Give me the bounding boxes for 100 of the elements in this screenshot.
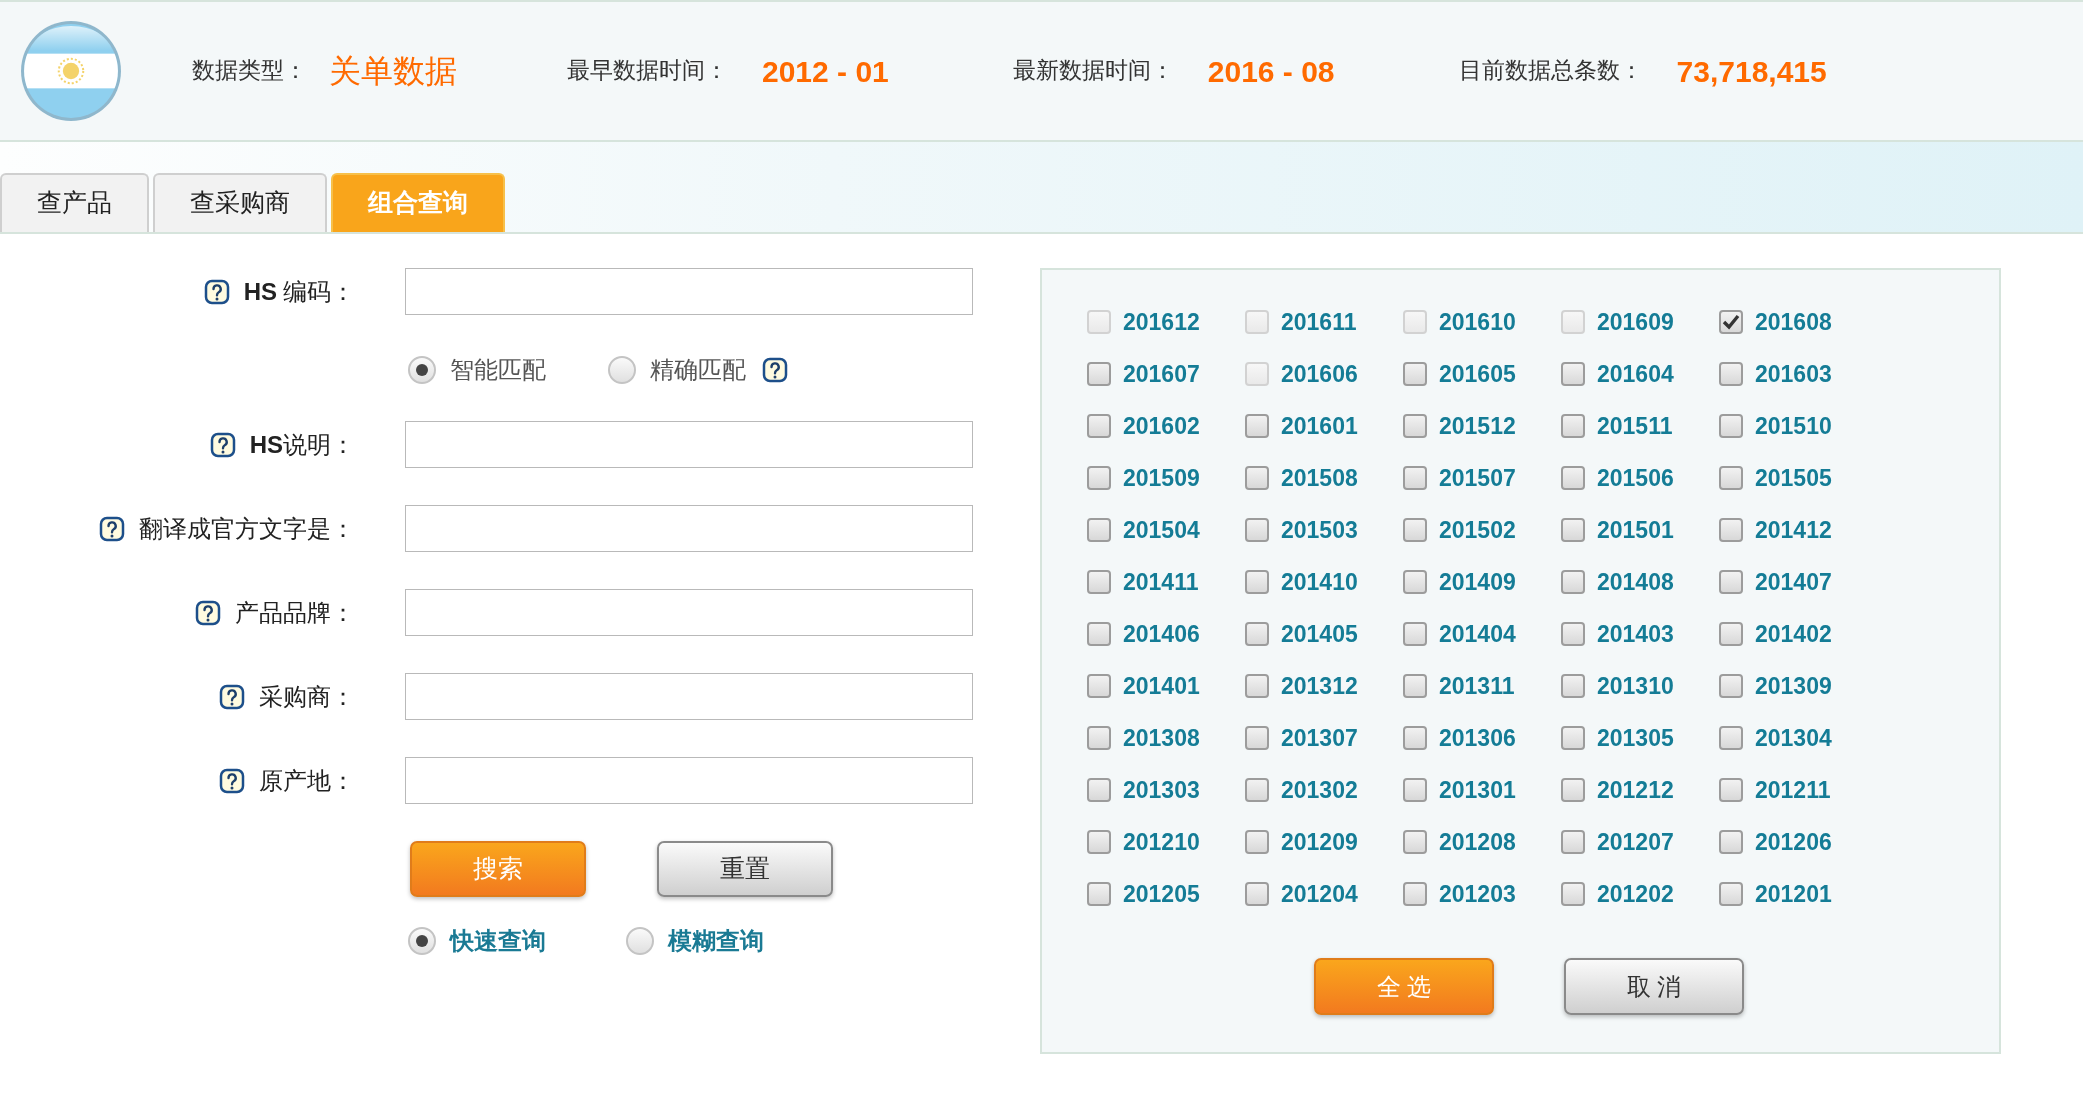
checkbox[interactable] <box>1719 362 1743 386</box>
checkbox[interactable] <box>1719 414 1743 438</box>
month-label[interactable]: 201510 <box>1755 412 1832 440</box>
reset-button[interactable]: 重置 <box>657 841 833 897</box>
input-field[interactable] <box>405 589 973 636</box>
checkbox[interactable] <box>1403 362 1427 386</box>
search-button[interactable]: 搜索 <box>410 841 586 897</box>
month-label[interactable]: 201309 <box>1755 672 1832 700</box>
month-label[interactable]: 201607 <box>1123 360 1200 388</box>
checkbox[interactable] <box>1719 622 1743 646</box>
month-label[interactable]: 201401 <box>1123 672 1200 700</box>
help-icon[interactable] <box>203 278 230 305</box>
help-icon[interactable] <box>219 683 245 710</box>
month-label[interactable]: 201302 <box>1281 776 1358 804</box>
checkbox[interactable] <box>1719 830 1743 854</box>
month-label[interactable]: 201407 <box>1755 568 1832 596</box>
help-icon[interactable] <box>762 356 788 383</box>
month-label[interactable]: 201507 <box>1439 464 1516 492</box>
checkbox[interactable] <box>1719 310 1743 334</box>
radio-button[interactable] <box>408 927 436 955</box>
month-label[interactable]: 201509 <box>1123 464 1200 492</box>
checkbox[interactable] <box>1719 882 1743 906</box>
input-field[interactable] <box>405 268 973 315</box>
checkbox[interactable] <box>1561 830 1585 854</box>
checkbox[interactable] <box>1245 466 1269 490</box>
checkbox[interactable] <box>1403 466 1427 490</box>
month-label[interactable]: 201201 <box>1755 880 1832 908</box>
checkbox[interactable] <box>1403 726 1427 750</box>
month-label[interactable]: 201206 <box>1755 828 1832 856</box>
radio-label[interactable]: 快速查询 <box>450 923 546 959</box>
radio-button[interactable] <box>608 355 636 384</box>
checkbox[interactable] <box>1245 726 1269 750</box>
checkbox[interactable] <box>1245 674 1269 698</box>
month-label[interactable]: 201202 <box>1597 880 1674 908</box>
month-label[interactable]: 201508 <box>1281 464 1358 492</box>
checkbox[interactable] <box>1719 466 1743 490</box>
checkbox[interactable] <box>1561 882 1585 906</box>
month-label[interactable]: 201501 <box>1597 516 1674 544</box>
checkbox[interactable] <box>1245 830 1269 854</box>
month-label[interactable]: 201603 <box>1755 360 1832 388</box>
month-label[interactable]: 201211 <box>1755 776 1831 804</box>
checkbox[interactable] <box>1087 466 1111 490</box>
checkbox[interactable] <box>1561 674 1585 698</box>
month-label[interactable]: 201404 <box>1439 620 1516 648</box>
checkbox[interactable] <box>1719 778 1743 802</box>
input-field[interactable] <box>405 505 973 552</box>
select-all-button[interactable]: 全 选 <box>1314 958 1494 1015</box>
radio-label[interactable]: 精确匹配 <box>650 351 746 388</box>
input-field[interactable] <box>405 421 973 468</box>
month-label[interactable]: 201405 <box>1281 620 1358 648</box>
month-label[interactable]: 201406 <box>1123 620 1200 648</box>
radio-button[interactable] <box>408 355 436 384</box>
input-field[interactable] <box>405 757 973 804</box>
month-label[interactable]: 201301 <box>1439 776 1516 804</box>
month-label[interactable]: 201604 <box>1597 360 1674 388</box>
month-label[interactable]: 201308 <box>1123 724 1200 752</box>
month-label[interactable]: 201504 <box>1123 516 1200 544</box>
checkbox[interactable] <box>1087 518 1111 542</box>
help-icon[interactable] <box>99 515 125 542</box>
checkbox[interactable] <box>1245 622 1269 646</box>
checkbox[interactable] <box>1245 414 1269 438</box>
checkbox[interactable] <box>1403 622 1427 646</box>
checkbox[interactable] <box>1719 674 1743 698</box>
month-label[interactable]: 201205 <box>1123 880 1200 908</box>
checkbox[interactable] <box>1561 726 1585 750</box>
month-label[interactable]: 201503 <box>1281 516 1358 544</box>
checkbox[interactable] <box>1719 518 1743 542</box>
month-label[interactable]: 201312 <box>1281 672 1358 700</box>
month-label[interactable]: 201207 <box>1597 828 1674 856</box>
checkbox[interactable] <box>1087 726 1111 750</box>
month-label[interactable]: 201402 <box>1755 620 1832 648</box>
month-label[interactable]: 201310 <box>1597 672 1674 700</box>
checkbox[interactable] <box>1561 622 1585 646</box>
help-icon[interactable] <box>219 767 245 794</box>
month-label[interactable]: 201307 <box>1281 724 1358 752</box>
checkbox[interactable] <box>1087 778 1111 802</box>
input-field[interactable] <box>405 673 973 720</box>
month-label[interactable]: 201412 <box>1755 516 1832 544</box>
checkbox[interactable] <box>1403 778 1427 802</box>
month-label[interactable]: 201212 <box>1597 776 1674 804</box>
checkbox[interactable] <box>1245 778 1269 802</box>
month-label[interactable]: 201306 <box>1439 724 1516 752</box>
month-label[interactable]: 201304 <box>1755 724 1832 752</box>
checkbox[interactable] <box>1561 570 1585 594</box>
month-label[interactable]: 201409 <box>1439 568 1516 596</box>
checkbox[interactable] <box>1245 882 1269 906</box>
month-label[interactable]: 201505 <box>1755 464 1832 492</box>
month-label[interactable]: 201311 <box>1439 672 1515 700</box>
checkbox[interactable] <box>1403 830 1427 854</box>
checkbox[interactable] <box>1245 570 1269 594</box>
checkbox[interactable] <box>1719 570 1743 594</box>
checkbox[interactable] <box>1087 830 1111 854</box>
checkbox[interactable] <box>1403 414 1427 438</box>
month-label[interactable]: 201602 <box>1123 412 1200 440</box>
checkbox[interactable] <box>1245 518 1269 542</box>
checkbox[interactable] <box>1403 674 1427 698</box>
month-label[interactable]: 201210 <box>1123 828 1200 856</box>
cancel-button[interactable]: 取 消 <box>1564 958 1744 1015</box>
month-label[interactable]: 201408 <box>1597 568 1674 596</box>
month-label[interactable]: 201512 <box>1439 412 1516 440</box>
